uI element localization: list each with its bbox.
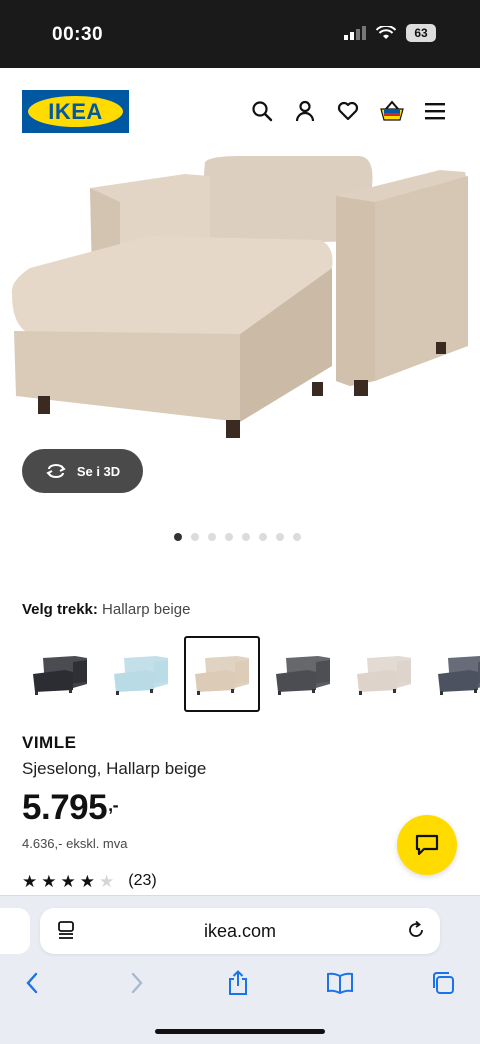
- carousel-dot[interactable]: [174, 533, 182, 541]
- star-filled-icon: ★: [22, 871, 38, 891]
- cover-label-value: Hallarp beige: [102, 601, 191, 618]
- carousel-dot[interactable]: [191, 533, 199, 541]
- status-indicators: 63: [344, 24, 436, 42]
- cover-swatch[interactable]: [346, 636, 422, 712]
- chaise-swatch-icon: [114, 656, 168, 695]
- rating-count[interactable]: (23): [128, 872, 156, 890]
- product-price: 5.795,-: [22, 788, 119, 828]
- product-description: Sjeselong, Hallarp beige: [22, 759, 207, 778]
- shopping-bag-icon[interactable]: [379, 98, 405, 124]
- signal-icon: [344, 26, 366, 40]
- star-filled-icon: ★: [60, 871, 76, 891]
- cover-swatches: [22, 636, 480, 712]
- product-rating[interactable]: ★ ★ ★ ★ ★ (23): [22, 872, 157, 890]
- site-header: IKEA: [0, 68, 480, 156]
- previous-tab-peek[interactable]: [0, 908, 30, 954]
- carousel-dot[interactable]: [293, 533, 301, 541]
- carousel-dot[interactable]: [208, 533, 216, 541]
- cover-label-key: Velg trekk:: [22, 601, 98, 618]
- battery-indicator: 63: [406, 24, 436, 42]
- back-icon[interactable]: [17, 968, 47, 998]
- view-3d-button[interactable]: Se i 3D: [22, 449, 143, 493]
- carousel-dot[interactable]: [276, 533, 284, 541]
- tabs-icon[interactable]: [428, 968, 458, 998]
- chat-bubble-icon: [415, 834, 439, 856]
- chaise-swatch-icon: [276, 656, 330, 695]
- chaise-swatch-icon: [33, 656, 87, 695]
- chaise-swatch-icon: [357, 656, 411, 695]
- cover-selection-label: Velg trekk: Hallarp beige: [22, 601, 190, 618]
- cover-swatch[interactable]: [427, 636, 480, 712]
- star-filled-icon: ★: [79, 871, 95, 891]
- logo-oval: IKEA: [28, 96, 123, 127]
- rotate-3d-icon: [46, 464, 66, 478]
- user-icon[interactable]: [292, 98, 318, 124]
- status-time: 00:30: [52, 24, 104, 45]
- chaise-longue-illustration: [11, 156, 468, 438]
- carousel-dot[interactable]: [259, 533, 267, 541]
- bookmarks-icon[interactable]: [325, 968, 355, 998]
- star-empty-icon: ★: [99, 871, 115, 891]
- menu-icon[interactable]: [423, 98, 449, 124]
- logo-text: IKEA: [48, 98, 103, 124]
- carousel-dot[interactable]: [225, 533, 233, 541]
- cover-swatch[interactable]: [103, 636, 179, 712]
- price-suffix: ,-: [108, 795, 119, 815]
- status-bar: 00:30 63: [0, 0, 480, 68]
- cover-swatch[interactable]: [265, 636, 341, 712]
- browser-bar: ikea.com: [0, 895, 480, 1044]
- ikea-logo[interactable]: IKEA: [22, 90, 129, 133]
- share-icon[interactable]: [223, 968, 253, 998]
- image-carousel-dots[interactable]: [174, 533, 301, 541]
- view-3d-label: Se i 3D: [76, 463, 121, 479]
- url-text: ikea.com: [203, 921, 277, 941]
- cover-swatch[interactable]: [184, 636, 260, 712]
- chat-button[interactable]: [397, 815, 457, 875]
- forward-icon[interactable]: [122, 968, 152, 998]
- product-name: VIMLE: [22, 733, 77, 752]
- address-bar[interactable]: ikea.com: [40, 908, 440, 954]
- star-filled-icon: ★: [41, 871, 57, 891]
- browser-toolbar: [0, 968, 480, 998]
- cover-swatch[interactable]: [22, 636, 98, 712]
- chaise-swatch-icon: [438, 656, 480, 695]
- price-value: 5.795: [22, 788, 108, 827]
- reload-icon[interactable]: [406, 920, 426, 945]
- wifi-icon: [376, 26, 396, 39]
- heart-icon[interactable]: [335, 98, 361, 124]
- search-icon[interactable]: [249, 98, 275, 124]
- carousel-dot[interactable]: [242, 533, 250, 541]
- home-indicator: [155, 1029, 325, 1034]
- chaise-swatch-icon: [195, 656, 249, 695]
- price-excluding-vat: 4.636,- ekskl. mva: [22, 836, 128, 851]
